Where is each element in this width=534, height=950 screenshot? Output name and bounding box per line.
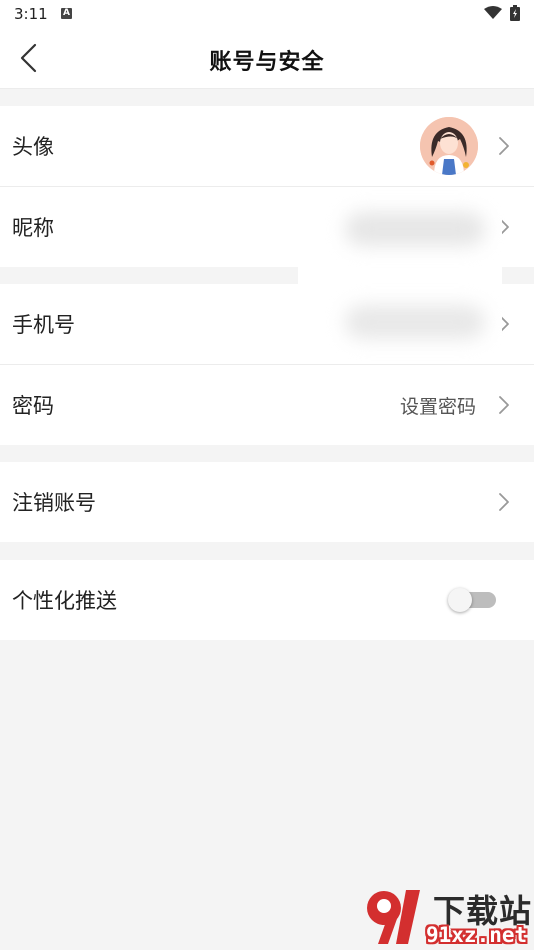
avatar — [420, 117, 478, 175]
cancel-account-label: 注销账号 — [12, 491, 96, 515]
battery-icon — [510, 5, 520, 21]
chevron-right-icon — [499, 396, 509, 414]
password-label: 密码 — [12, 394, 54, 418]
watermark-logo-icon — [367, 890, 420, 944]
page-title: 账号与安全 — [209, 50, 325, 75]
personalized-push-toggle[interactable] — [448, 588, 498, 612]
notification-a-icon: A — [61, 8, 72, 19]
wifi-icon — [484, 6, 502, 19]
password-row[interactable]: 密码 设置密码 — [0, 365, 534, 445]
nav-bar: 账号与安全 — [0, 28, 534, 89]
cancel-account-row[interactable]: 注销账号 — [0, 462, 534, 542]
chevron-right-icon — [499, 493, 509, 511]
watermark: 下载站 91xz.net — [362, 886, 532, 948]
toggle-knob — [448, 588, 472, 612]
status-bar: 3:11 A — [0, 0, 534, 28]
chevron-right-icon — [499, 137, 509, 155]
avatar-label: 头像 — [12, 135, 54, 159]
personalized-push-row: 个性化推送 — [0, 560, 534, 640]
password-value: 设置密码 — [399, 396, 476, 418]
privacy-blur-blob — [345, 212, 485, 246]
personalized-push-label: 个性化推送 — [12, 589, 117, 613]
status-time: 3:11 — [14, 5, 48, 23]
nickname-label: 昵称 — [12, 216, 54, 240]
phone-label: 手机号 — [12, 313, 75, 337]
watermark-url: 91xz.net — [426, 923, 528, 947]
privacy-blur-blob — [345, 305, 485, 339]
avatar-row[interactable]: 头像 — [0, 106, 534, 186]
